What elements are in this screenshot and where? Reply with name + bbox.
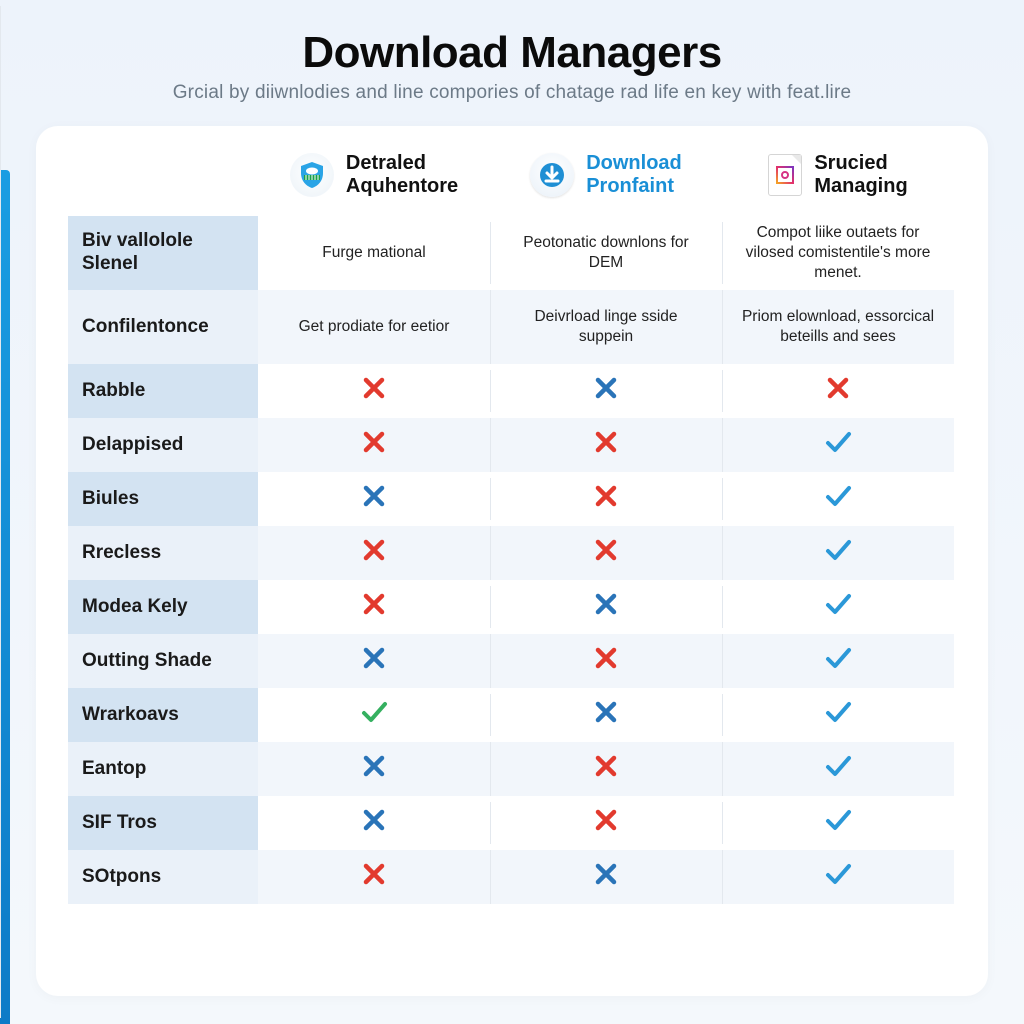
feature-cell <box>490 634 722 688</box>
column-header-2: Download Pronfaint <box>490 148 722 216</box>
check-icon <box>823 697 853 733</box>
feature-cell <box>258 580 490 634</box>
feature-cell <box>258 364 490 418</box>
feature-cell <box>490 364 722 418</box>
feature-cell <box>258 742 490 796</box>
cross-icon <box>361 483 387 515</box>
feature-cell <box>258 526 490 580</box>
check-icon <box>823 805 853 841</box>
header-spacer <box>68 148 258 216</box>
page-subtitle: Grcial by diiwnlodies and line compories… <box>36 82 988 104</box>
cross-icon <box>593 645 619 677</box>
cross-icon <box>593 861 619 893</box>
row-label: Biules <box>68 472 258 526</box>
feature-cell <box>490 796 722 850</box>
feature-cell <box>258 472 490 526</box>
check-icon <box>823 751 853 787</box>
row-label: Wrarkoavs <box>68 688 258 742</box>
row-label: Confilentonce <box>68 290 258 364</box>
feature-cell <box>258 634 490 688</box>
desc-cell: Priom elownload, essorcical beteills and… <box>722 290 954 364</box>
cross-icon <box>593 537 619 569</box>
cross-icon <box>361 537 387 569</box>
feature-cell <box>722 796 954 850</box>
page-title: Download Managers <box>36 28 988 78</box>
col2-line1: Download <box>586 152 682 175</box>
check-icon <box>823 643 853 679</box>
feature-cell <box>258 796 490 850</box>
check-icon <box>823 859 853 895</box>
cross-icon <box>361 861 387 893</box>
file-instagram-icon <box>768 154 802 196</box>
cross-icon <box>361 645 387 677</box>
row-label: Biv vallolole Slenel <box>68 216 258 290</box>
desc-cell: Get prodiate for eetior <box>258 290 490 364</box>
check-icon <box>823 427 853 463</box>
cross-icon <box>593 591 619 623</box>
feature-cell <box>490 742 722 796</box>
feature-cell <box>258 688 490 742</box>
col2-line2: Pronfaint <box>586 175 682 198</box>
comparison-card: Detraled Aquhentore Download Pronfaint <box>36 126 988 996</box>
row-label: Outting Shade <box>68 634 258 688</box>
cross-icon <box>593 699 619 731</box>
row-label: Rrecless <box>68 526 258 580</box>
side-accent <box>0 170 10 1024</box>
feature-cell <box>722 580 954 634</box>
col3-line1: Srucied <box>814 152 907 175</box>
cross-icon <box>593 429 619 461</box>
feature-cell <box>490 418 722 472</box>
row-label: Modea Kely <box>68 580 258 634</box>
feature-cell <box>490 526 722 580</box>
feature-cell <box>722 688 954 742</box>
feature-cell <box>722 472 954 526</box>
cross-icon <box>361 591 387 623</box>
desc-cell: Compot liike outaets for vilosed comiste… <box>722 216 954 290</box>
column-header-1: Detraled Aquhentore <box>258 148 490 216</box>
col1-line1: Detraled <box>346 152 458 175</box>
desc-cell: Deivrload linge sside suppein <box>490 290 722 364</box>
check-icon <box>359 697 389 733</box>
shield-cloud-icon <box>290 153 334 197</box>
feature-cell <box>722 364 954 418</box>
feature-cell <box>722 850 954 904</box>
feature-cell <box>258 418 490 472</box>
cross-icon <box>361 807 387 839</box>
feature-cell <box>490 472 722 526</box>
download-arrow-icon <box>530 153 574 197</box>
feature-cell <box>490 688 722 742</box>
col3-line2: Managing <box>814 175 907 198</box>
row-label: SOtpons <box>68 850 258 904</box>
feature-cell <box>722 418 954 472</box>
feature-cell <box>722 526 954 580</box>
cross-icon <box>361 753 387 785</box>
col1-line2: Aquhentore <box>346 175 458 198</box>
row-label: SIF Tros <box>68 796 258 850</box>
desc-cell: Furge mational <box>258 216 490 290</box>
check-icon <box>823 535 853 571</box>
cross-icon <box>593 753 619 785</box>
cross-icon <box>361 375 387 407</box>
comparison-grid: Detraled Aquhentore Download Pronfaint <box>68 148 954 904</box>
check-icon <box>823 481 853 517</box>
feature-cell <box>490 580 722 634</box>
cross-icon <box>593 375 619 407</box>
row-label: Rabble <box>68 364 258 418</box>
feature-cell <box>722 634 954 688</box>
desc-cell: Peotonatic downlons for DEM <box>490 216 722 290</box>
feature-cell <box>258 850 490 904</box>
cross-icon <box>593 807 619 839</box>
row-label: Delappised <box>68 418 258 472</box>
feature-cell <box>490 850 722 904</box>
cross-icon <box>593 483 619 515</box>
column-header-3: Srucied Managing <box>722 148 954 216</box>
cross-icon <box>825 375 851 407</box>
feature-cell <box>722 742 954 796</box>
cross-icon <box>361 429 387 461</box>
row-label: Eantop <box>68 742 258 796</box>
check-icon <box>823 589 853 625</box>
